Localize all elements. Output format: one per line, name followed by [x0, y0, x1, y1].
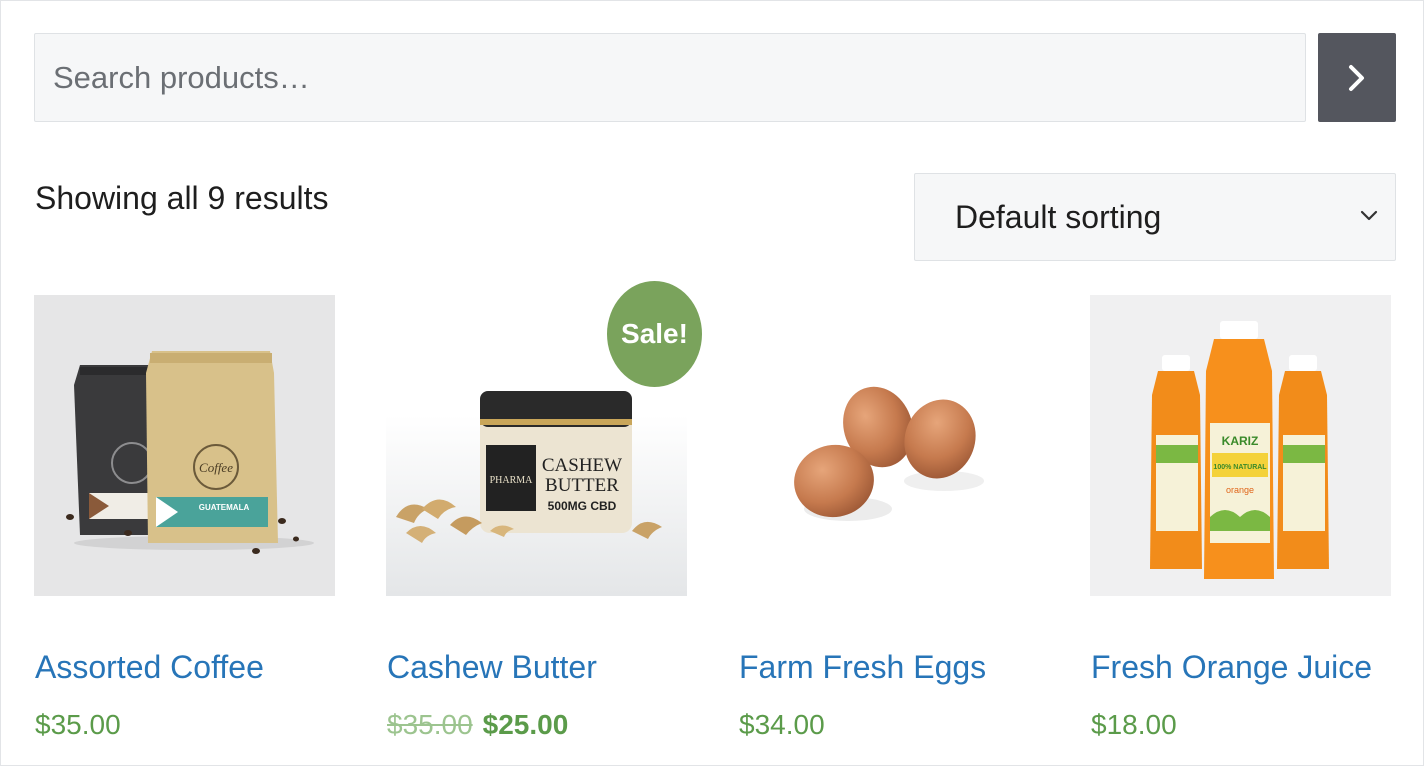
product-price: $18.00 [1091, 709, 1177, 740]
chevron-right-icon [1349, 64, 1364, 91]
cashew-lid-text: PHARMA [490, 475, 534, 486]
product-card: Farm Fresh Eggs $34.00 [738, 295, 1039, 740]
product-price: $35.00 [35, 709, 121, 740]
product-card: Coffee GUATEMALA Assorted Coffee $35.00 [34, 295, 335, 740]
cashew-strength: 500MG CBD [548, 499, 617, 513]
regular-price: $35.00 [387, 709, 473, 740]
product-title[interactable]: Assorted Coffee [35, 649, 264, 686]
product-title[interactable]: Cashew Butter [387, 649, 597, 686]
product-image-coffee[interactable]: Coffee GUATEMALA [34, 295, 335, 596]
chevron-down-icon [1360, 210, 1378, 221]
cashew-title-line2: BUTTER [545, 475, 619, 496]
juice-brand: KARIZ [1222, 434, 1259, 448]
eggs-image [794, 386, 984, 521]
coffee-bag-text: Coffee [199, 460, 233, 475]
juice-flavor: orange [1226, 485, 1254, 495]
product-title[interactable]: Fresh Orange Juice [1091, 649, 1372, 686]
orange-juice-image: KARIZ 100% NATURAL orange [1150, 321, 1329, 579]
product-image-orange-juice[interactable]: KARIZ 100% NATURAL orange [1090, 295, 1391, 596]
sale-price: $25.00 [482, 709, 569, 740]
product-price: $35.00 $25.00 [387, 709, 568, 741]
result-count: Showing all 9 results [35, 180, 329, 216]
search-input[interactable] [34, 33, 1306, 122]
cashew-title-line1: CASHEW [542, 455, 622, 476]
sale-badge: Sale! [607, 281, 702, 387]
coffee-bags-image: Coffee GUATEMALA [66, 351, 314, 554]
product-image-eggs[interactable] [738, 295, 1039, 596]
product-card: KARIZ 100% NATURAL orange Fresh Orange J… [1090, 295, 1391, 740]
sorting-select[interactable]: Default sorting [914, 173, 1396, 261]
coffee-label-text: GUATEMALA [199, 503, 250, 512]
search-submit-button[interactable] [1318, 33, 1396, 122]
juice-claim: 100% NATURAL [1213, 464, 1267, 471]
sorting-selected-value: Default sorting [955, 198, 1162, 235]
product-price: $34.00 [739, 709, 825, 740]
product-title[interactable]: Farm Fresh Eggs [739, 649, 986, 686]
